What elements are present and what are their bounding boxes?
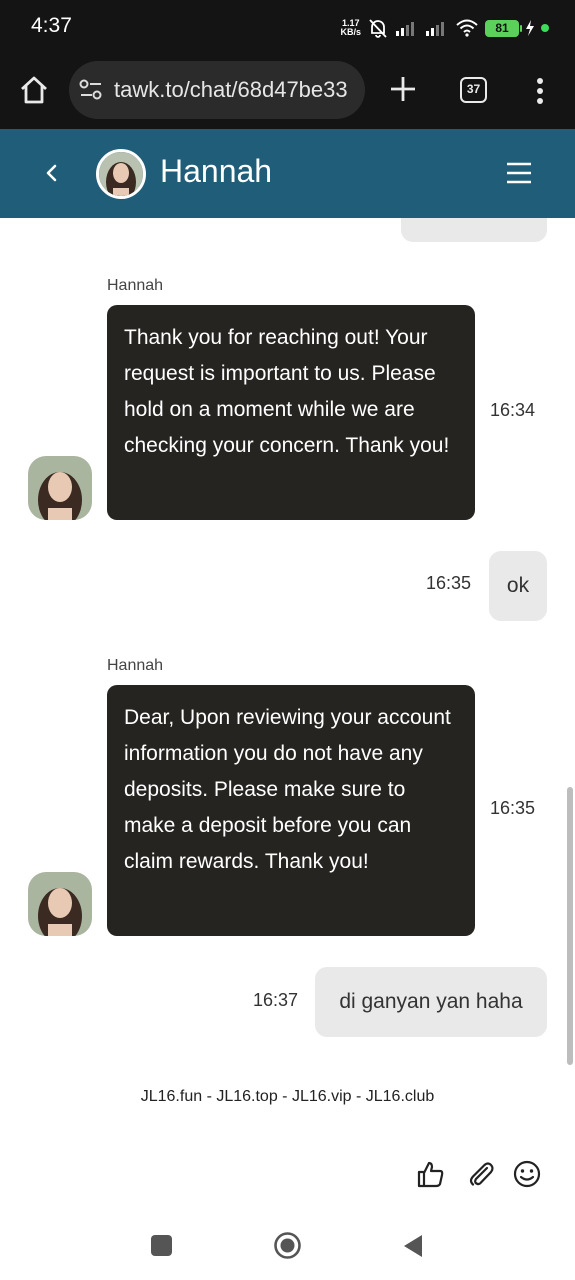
back-triangle-icon[interactable]: [401, 1233, 425, 1259]
chat-messages[interactable]: Hannah Thank you for reaching out! Your …: [0, 218, 575, 1158]
network-speed: 1.17 KB/s: [340, 18, 361, 37]
message-time: 16:37: [253, 990, 299, 1010]
recent-apps-button[interactable]: [151, 1235, 172, 1256]
privacy-dot: [541, 24, 549, 32]
url-text: tawk.to/chat/68d47be33: [114, 77, 348, 102]
user-message-bubble: di ganyan yan haha: [315, 967, 547, 1037]
home-icon[interactable]: [18, 74, 50, 106]
paperclip-icon[interactable]: [466, 1159, 496, 1189]
agent-avatar: [28, 872, 92, 936]
smiley-icon[interactable]: [512, 1159, 542, 1189]
agent-avatar: [96, 149, 146, 199]
footer-links: JL16.fun - JL16.top - JL16.vip - JL16.cl…: [140, 1088, 435, 1105]
thumbs-up-icon[interactable]: [416, 1159, 446, 1189]
message-time: 16:34: [490, 400, 536, 420]
wifi-icon: [456, 19, 478, 37]
message-time: 16:35: [490, 798, 536, 818]
bell-muted-icon: [369, 19, 387, 38]
system-nav-bar: [0, 1210, 575, 1280]
previous-message-bubble: [401, 218, 547, 242]
browser-toolbar: tawk.to/chat/68d47be33 37: [0, 56, 575, 129]
home-circle-icon[interactable]: [273, 1231, 302, 1260]
address-bar[interactable]: tawk.to/chat/68d47be33: [69, 61, 365, 119]
chat-header: Hannah: [0, 129, 575, 218]
agent-message-bubble: Dear, Upon reviewing your account inform…: [107, 685, 475, 936]
new-tab-icon[interactable]: [388, 74, 418, 104]
message-sender: Hannah: [107, 657, 164, 674]
message-sender: Hannah: [107, 277, 164, 294]
agent-name-title: Hannah: [160, 153, 273, 189]
agent-message-bubble: Thank you for reaching out! Your request…: [107, 305, 475, 520]
signal-icon: [426, 22, 444, 36]
status-icons: 1.17 KB/s 81: [340, 17, 549, 39]
charging-icon: [526, 20, 534, 36]
battery-indicator: 81: [485, 19, 522, 37]
hamburger-menu-icon[interactable]: [503, 159, 535, 187]
site-settings-icon[interactable]: [79, 79, 103, 101]
signal-icon: [396, 22, 414, 36]
status-time: 4:37: [31, 14, 72, 37]
status-bar: 4:37 1.17 KB/s 81: [0, 0, 575, 56]
agent-avatar: [28, 456, 92, 520]
tab-switcher-button[interactable]: 37: [460, 77, 487, 103]
user-message-bubble: ok: [489, 551, 547, 621]
more-menu-icon[interactable]: [532, 76, 548, 106]
message-time: 16:35: [426, 573, 472, 593]
chevron-left-icon[interactable]: [38, 159, 66, 187]
scrollbar[interactable]: [567, 787, 573, 1065]
